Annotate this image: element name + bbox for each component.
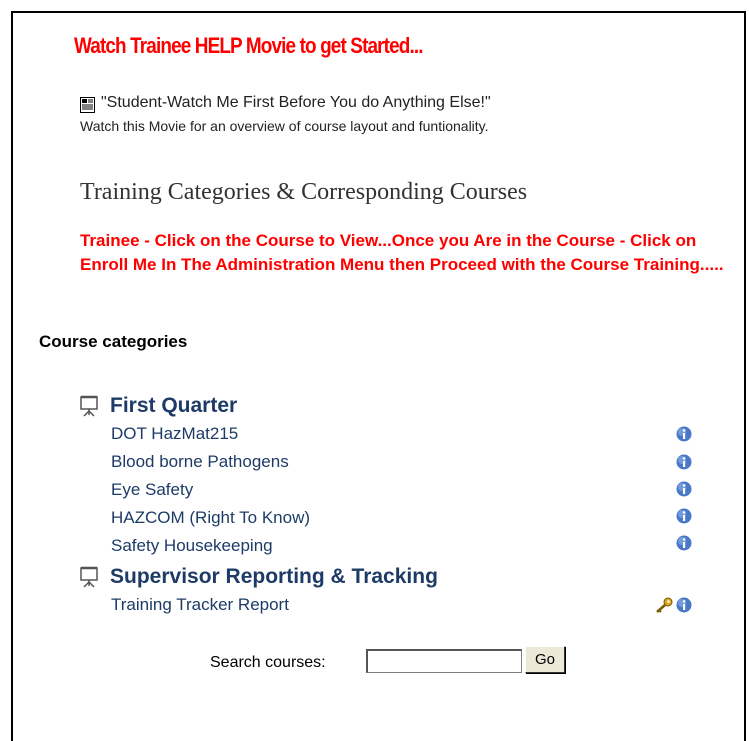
info-icon[interactable]	[676, 597, 692, 613]
category-supervisor-reporting: Supervisor Reporting & Tracking	[80, 565, 438, 589]
category-icon	[80, 395, 98, 417]
course-link[interactable]: Safety Housekeeping	[111, 536, 273, 556]
course-link[interactable]: Training Tracker Report	[111, 595, 289, 615]
course-link[interactable]: Blood borne Pathogens	[111, 452, 289, 472]
info-icon[interactable]	[676, 426, 692, 442]
category-icon	[80, 566, 98, 588]
key-icon[interactable]	[655, 597, 673, 613]
help-movie-title: Watch Trainee HELP Movie to get Started.…	[74, 33, 424, 58]
info-icon[interactable]	[676, 508, 692, 524]
course-link[interactable]: Eye Safety	[111, 480, 193, 500]
category-link[interactable]: First Quarter	[110, 394, 237, 418]
info-icon[interactable]	[676, 454, 692, 470]
info-icon[interactable]	[676, 481, 692, 497]
search-courses-label: Search courses:	[210, 654, 326, 671]
category-first-quarter: First Quarter	[80, 394, 237, 418]
course-link[interactable]: HAZCOM (Right To Know)	[111, 508, 310, 528]
course-link[interactable]: DOT HazMat215	[111, 424, 238, 444]
search-courses-input[interactable]	[366, 649, 522, 673]
training-section-title: Training Categories & Corresponding Cour…	[80, 179, 528, 205]
search-go-button[interactable]: Go	[525, 646, 565, 673]
training-instructions: Trainee - Click on the Course to View...…	[80, 231, 724, 274]
document-icon	[80, 97, 95, 113]
help-movie-link[interactable]: "Student-Watch Me First Before You do An…	[101, 94, 491, 112]
info-icon[interactable]	[676, 535, 692, 551]
category-link[interactable]: Supervisor Reporting & Tracking	[110, 565, 438, 589]
help-movie-description: Watch this Movie for an overview of cour…	[80, 118, 489, 134]
course-categories-heading: Course categories	[39, 332, 188, 351]
